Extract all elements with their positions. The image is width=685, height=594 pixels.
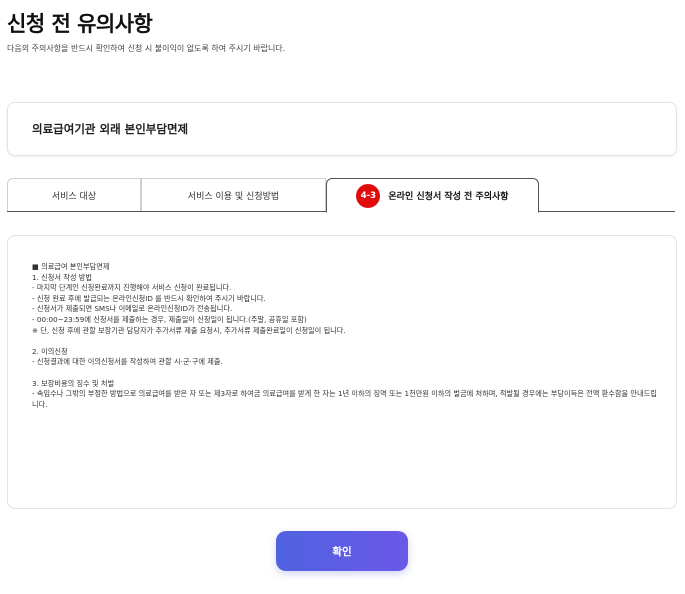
notice-spacer (32, 336, 662, 347)
page-title: 신청 전 유의사항 (7, 12, 153, 36)
notice-line: - 신청 완료 후에 발급되는 온라인신청ID 를 반드시 확인하여 주시기 바… (32, 293, 266, 303)
notice-line: - 속임수나 그밖의 부정한 방법으로 의료급여를 받은 자 또는 제3자로 하… (32, 389, 657, 409)
step-badge: 4-3 (356, 183, 381, 208)
notice-spacer (32, 368, 662, 379)
notice-line: 1. 신청서 작성 방법 (32, 272, 92, 282)
page-subtitle: 다음의 주의사항을 반드시 확인하여 신청 시 불이익이 없도록 하여 주시기 … (7, 44, 286, 53)
tab-label: 서비스 대상 (51, 191, 97, 202)
notice-line: - 마지막 단계인 신청완료까지 진행해야 서비스 신청이 완료됩니다. (32, 283, 232, 293)
notice-line: - 00:00~23:59에 신청서를 제출하는 경우, 제출일이 신청일이 됩… (32, 314, 307, 324)
tab-label: 온라인 신청서 작성 전 주의사항 (388, 192, 509, 202)
notice-line: 3. 보장비용의 징수 및 처벌 (32, 378, 115, 388)
notice-text: ■ 의료급여 본인부담면제 1. 신청서 작성 방법 - 마지막 단계인 신청완… (32, 262, 662, 410)
service-name-card: 의료급여기관 외래 본인부담면제 (7, 102, 677, 156)
tab-bar: 서비스 대상 서비스 이용 및 신청방법 4-3 온라인 신청서 작성 전 주의… (7, 178, 675, 213)
notice-panel: ■ 의료급여 본인부담면제 1. 신청서 작성 방법 - 마지막 단계인 신청완… (7, 235, 677, 509)
confirm-button[interactable]: 확인 (276, 531, 408, 571)
tab-usage-and-application[interactable]: 서비스 이용 및 신청방법 (141, 178, 326, 211)
notice-line: 2. 이의신청 (32, 346, 68, 356)
notice-line: - 신청서가 제출되면 SMS나 이메일로 온라인신청ID가 전송됩니다. (32, 304, 233, 314)
notice-line: ■ 의료급여 본인부담면제 (32, 262, 110, 271)
tab-online-application-notice[interactable]: 4-3 온라인 신청서 작성 전 주의사항 (326, 178, 539, 213)
tab-service-target[interactable]: 서비스 대상 (7, 178, 141, 211)
notice-line: - 신청결과에 대한 이의신청서를 작성하여 관할 시·군·구에 제출. (32, 357, 223, 367)
service-title: 의료급여기관 외래 본인부담면제 (32, 122, 189, 136)
notice-line: ※ 단, 신청 후에 관할 보장기관 담당자가 추가서류 제출 요청시, 추가서… (32, 325, 346, 335)
tab-label: 서비스 이용 및 신청방법 (187, 191, 280, 202)
